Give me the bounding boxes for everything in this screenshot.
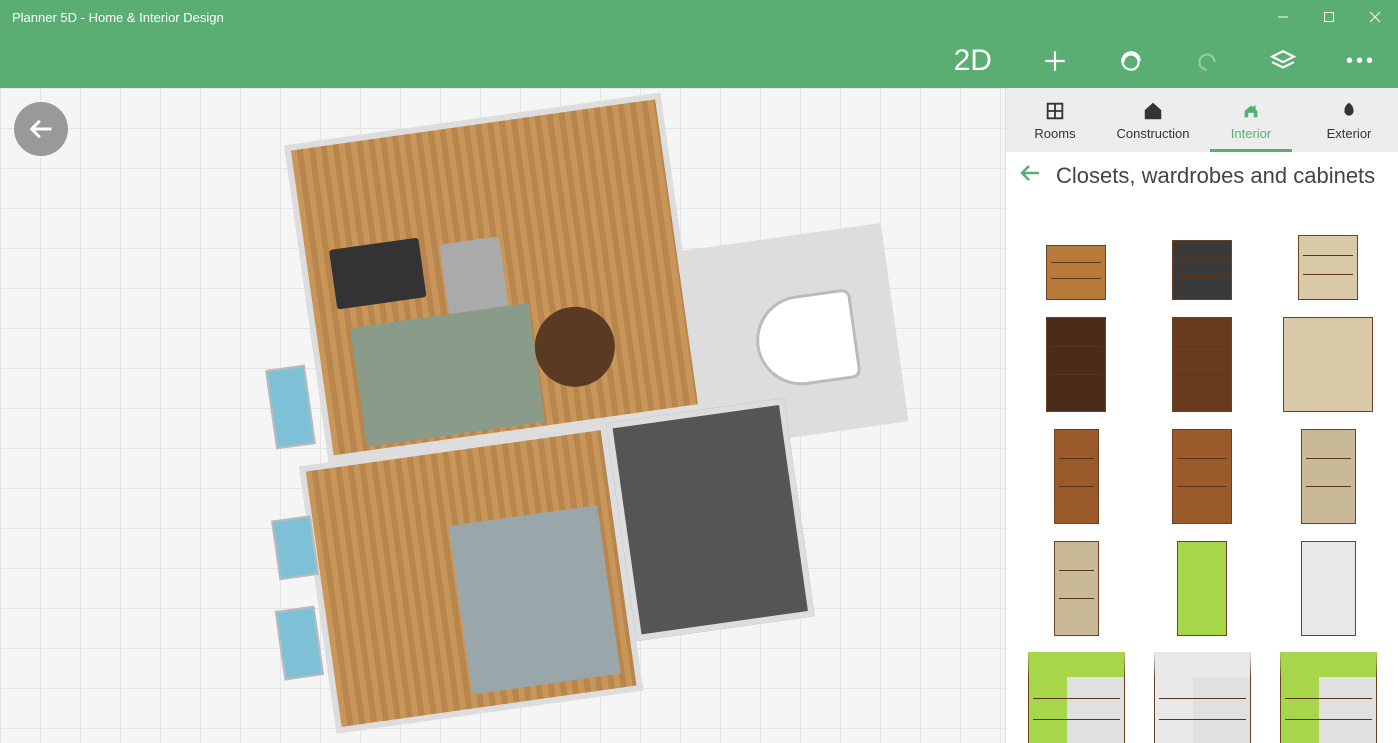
main-toolbar: 2D ••• bbox=[0, 34, 1398, 88]
catalog-thumbnail bbox=[1280, 652, 1377, 743]
catalog-thumbnail bbox=[1177, 541, 1227, 636]
tab-label: Rooms bbox=[1034, 126, 1075, 141]
minimize-button[interactable] bbox=[1260, 0, 1306, 34]
catalog-item[interactable] bbox=[1148, 312, 1256, 412]
catalog-grid bbox=[1006, 200, 1398, 743]
catalog-item[interactable] bbox=[1274, 648, 1382, 743]
catalog-item[interactable] bbox=[1274, 200, 1382, 300]
close-button[interactable] bbox=[1352, 0, 1398, 34]
arrow-left-icon bbox=[27, 115, 55, 143]
catalog-thumbnail bbox=[1172, 240, 1232, 300]
window-title: Planner 5D - Home & Interior Design bbox=[12, 10, 1260, 25]
redo-icon bbox=[1194, 48, 1220, 74]
catalog-item[interactable] bbox=[1022, 312, 1130, 412]
catalog-item[interactable] bbox=[1148, 648, 1256, 743]
ellipsis-icon: ••• bbox=[1346, 50, 1376, 73]
catalog-panel: Rooms Construction Interior Exterior Clo… bbox=[1005, 88, 1398, 743]
redo-button[interactable] bbox=[1194, 48, 1220, 74]
maximize-button[interactable] bbox=[1306, 0, 1352, 34]
catalog-item[interactable] bbox=[1022, 200, 1130, 300]
catalog-thumbnail bbox=[1028, 652, 1125, 743]
catalog-item[interactable] bbox=[1274, 536, 1382, 636]
catalog-thumbnail bbox=[1046, 245, 1106, 300]
design-canvas[interactable] bbox=[0, 88, 1005, 743]
catalog-thumbnail bbox=[1298, 235, 1358, 300]
catalog-item[interactable] bbox=[1148, 424, 1256, 524]
catalog-thumbnail bbox=[1301, 429, 1356, 524]
catalog-thumbnail bbox=[1054, 429, 1099, 524]
catalog-item[interactable] bbox=[1148, 200, 1256, 300]
catalog-item[interactable] bbox=[1274, 424, 1382, 524]
plus-icon bbox=[1042, 48, 1068, 74]
catalog-item[interactable] bbox=[1274, 312, 1382, 412]
construction-icon bbox=[1142, 100, 1164, 122]
catalog-thumbnail bbox=[1172, 429, 1232, 524]
back-button[interactable] bbox=[14, 102, 68, 156]
category-header: Closets, wardrobes and cabinets bbox=[1006, 152, 1398, 200]
catalog-thumbnail bbox=[1283, 317, 1373, 412]
category-back-button[interactable] bbox=[1018, 161, 1042, 191]
tab-construction[interactable]: Construction bbox=[1104, 88, 1202, 152]
tab-exterior[interactable]: Exterior bbox=[1300, 88, 1398, 152]
rooms-icon bbox=[1044, 100, 1066, 122]
tab-label: Exterior bbox=[1327, 126, 1372, 141]
titlebar: Planner 5D - Home & Interior Design bbox=[0, 0, 1398, 34]
tab-rooms[interactable]: Rooms bbox=[1006, 88, 1104, 152]
catalog-thumbnail bbox=[1301, 541, 1356, 636]
more-button[interactable]: ••• bbox=[1346, 50, 1376, 73]
catalog-item[interactable] bbox=[1022, 648, 1130, 743]
view-mode-toggle[interactable]: 2D bbox=[954, 44, 992, 78]
exterior-icon bbox=[1338, 100, 1360, 122]
add-button[interactable] bbox=[1042, 48, 1068, 74]
catalog-thumbnail bbox=[1172, 317, 1232, 412]
layers-button[interactable] bbox=[1270, 48, 1296, 74]
catalog-item[interactable] bbox=[1022, 536, 1130, 636]
catalog-thumbnail bbox=[1054, 541, 1099, 636]
catalog-item[interactable] bbox=[1022, 424, 1130, 524]
tab-interior[interactable]: Interior bbox=[1202, 88, 1300, 152]
category-title: Closets, wardrobes and cabinets bbox=[1056, 163, 1375, 189]
catalog-tabs: Rooms Construction Interior Exterior bbox=[1006, 88, 1398, 152]
catalog-thumbnail bbox=[1046, 317, 1106, 412]
catalog-item[interactable] bbox=[1148, 536, 1256, 636]
arrow-left-icon bbox=[1018, 161, 1042, 185]
tab-label: Interior bbox=[1231, 126, 1271, 141]
undo-button[interactable] bbox=[1118, 48, 1144, 74]
tab-label: Construction bbox=[1117, 126, 1190, 141]
layers-icon bbox=[1270, 48, 1296, 74]
catalog-thumbnail bbox=[1154, 652, 1251, 743]
interior-icon bbox=[1240, 100, 1262, 122]
